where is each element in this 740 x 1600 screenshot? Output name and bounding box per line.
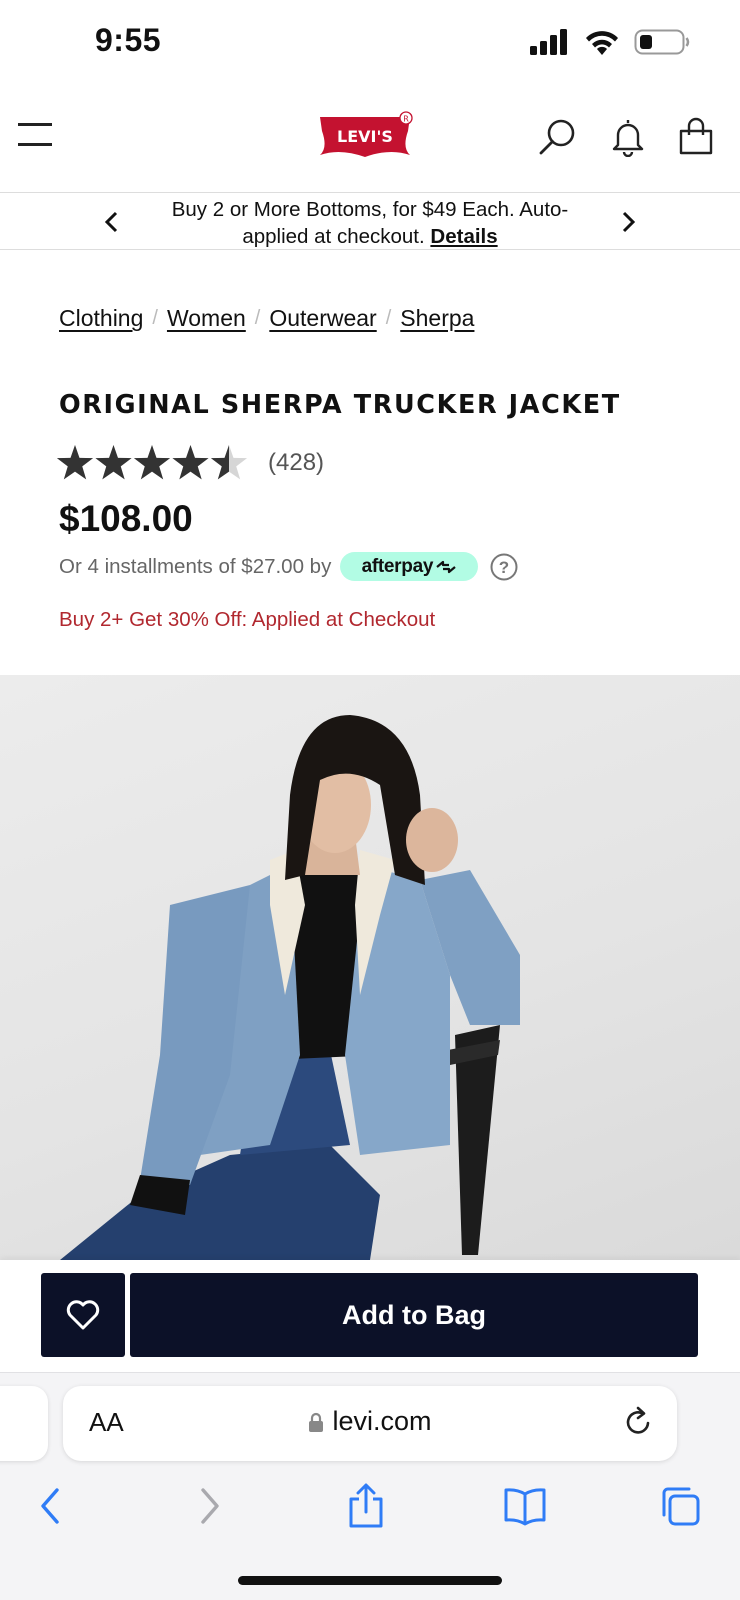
home-indicator — [238, 1576, 502, 1585]
promo-text: Buy 2 or More Bottoms, for $49 Each. Aut… — [171, 198, 569, 248]
promo-details-link[interactable]: Details — [430, 225, 497, 248]
heart-icon — [66, 1300, 100, 1330]
hamburger-menu-icon[interactable] — [18, 123, 52, 147]
breadcrumb-separator: / — [254, 307, 261, 329]
review-count[interactable]: (428) — [268, 449, 324, 477]
status-time: 9:55 — [95, 22, 162, 58]
star-filled — [133, 445, 171, 480]
address-bar[interactable]: AA levi.com — [63, 1386, 677, 1461]
afterpay-badge[interactable]: afterpay — [340, 552, 479, 581]
svg-text:LEVI'S: LEVI'S — [337, 127, 393, 146]
star-filled — [95, 445, 132, 480]
wifi-icon — [586, 31, 618, 55]
site-header: LEVI'S R — [0, 95, 740, 190]
promo-next-icon[interactable] — [614, 208, 642, 236]
status-bar: 9:55 — [0, 0, 740, 90]
url-display: levi.com — [63, 1406, 677, 1437]
svg-text:R: R — [403, 115, 409, 124]
breadcrumb-separator: / — [385, 307, 392, 329]
star-filled — [56, 445, 94, 480]
browser-forward-icon[interactable] — [185, 1481, 235, 1531]
rating-stars-icon — [56, 445, 248, 480]
shopping-bag-icon[interactable] — [676, 117, 716, 162]
breadcrumb: Clothing / Women / Outerwear / Sherpa — [59, 305, 474, 332]
promo-prev-icon[interactable] — [98, 208, 126, 236]
lock-icon — [309, 1412, 324, 1432]
breadcrumb-outerwear[interactable]: Outerwear — [269, 305, 376, 332]
product-title: ORIGINAL SHERPA TRUCKER JACKET — [59, 390, 621, 420]
url-text: levi.com — [332, 1406, 432, 1436]
browser-back-icon[interactable] — [25, 1481, 75, 1531]
star-rating[interactable]: (428) — [56, 443, 324, 483]
help-question-icon[interactable]: ? — [490, 553, 518, 581]
add-to-bag-bar: Add to Bag — [0, 1260, 740, 1372]
product-image[interactable] — [0, 675, 740, 1260]
promo-banner: Buy 2 or More Bottoms, for $49 Each. Aut… — [0, 192, 740, 250]
installments-text: Or 4 installments of $27.00 by — [59, 554, 332, 578]
promo-message: Buy 2 or More Bottoms, for $49 Each. Aut… — [140, 196, 600, 250]
search-icon[interactable] — [538, 117, 578, 162]
star-filled — [172, 445, 209, 480]
notification-bell-icon[interactable] — [608, 117, 648, 162]
afterpay-label: afterpay — [361, 555, 434, 577]
cellular-signal-icon — [530, 29, 567, 55]
previous-tab-edge[interactable] — [0, 1386, 48, 1461]
breadcrumb-sherpa[interactable]: Sherpa — [400, 305, 474, 332]
installments-info: Or 4 installments of $27.00 by afterpay … — [59, 552, 518, 581]
bookmarks-icon[interactable] — [500, 1481, 550, 1531]
breadcrumb-separator: / — [152, 307, 158, 329]
product-price: $108.00 — [59, 498, 193, 539]
levis-logo-graphic: LEVI'S R — [320, 111, 413, 157]
add-to-bag-button[interactable]: Add to Bag — [130, 1273, 698, 1357]
breadcrumb-women[interactable]: Women — [167, 305, 246, 332]
share-icon[interactable] — [341, 1481, 391, 1531]
promotion-text: Buy 2+ Get 30% Off: Applied at Checkout — [59, 608, 436, 631]
browser-chrome: AA levi.com — [0, 1372, 740, 1600]
afterpay-arrows-icon — [436, 560, 456, 573]
status-icons — [530, 28, 690, 56]
levis-logo[interactable]: LEVI'S R — [318, 110, 420, 160]
tabs-icon[interactable] — [655, 1481, 705, 1531]
model-photo-graphic — [60, 715, 520, 1260]
breadcrumb-clothing[interactable]: Clothing — [59, 305, 143, 332]
battery-icon — [634, 29, 690, 55]
wishlist-button[interactable] — [41, 1273, 125, 1357]
svg-text:?: ? — [499, 558, 509, 577]
reload-icon[interactable] — [623, 1406, 655, 1438]
